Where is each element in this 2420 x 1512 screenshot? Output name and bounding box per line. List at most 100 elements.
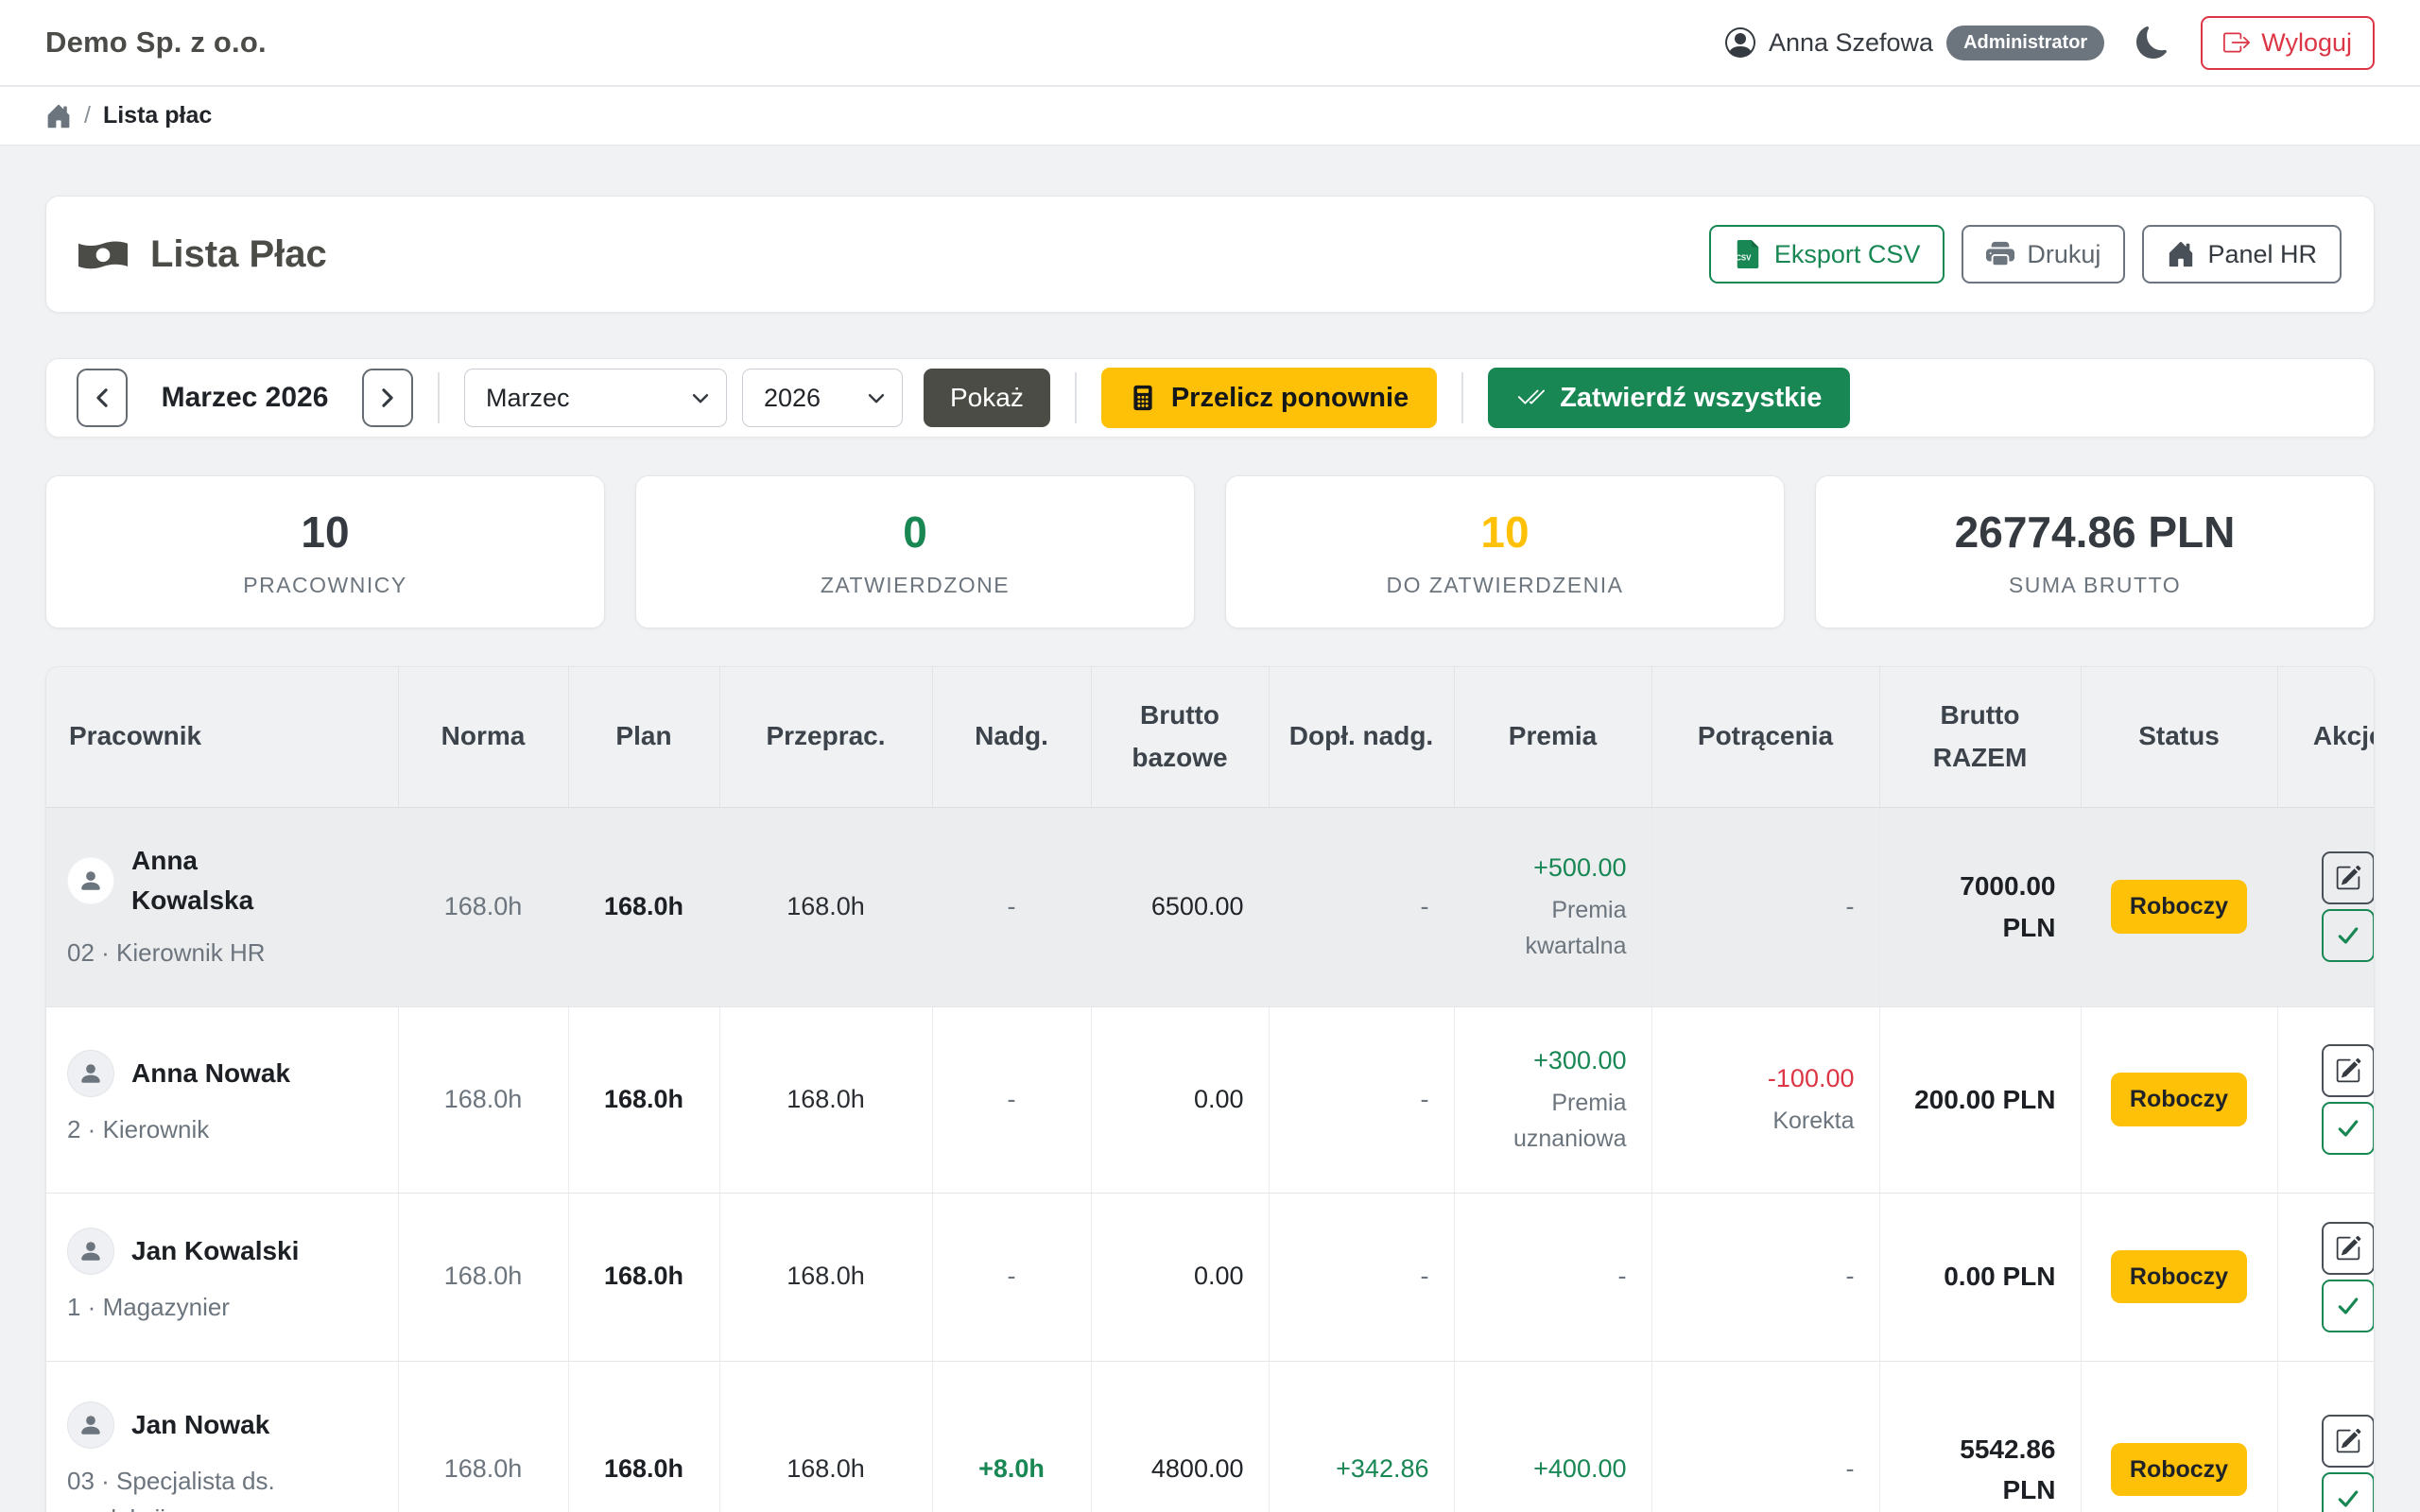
pencil-square-icon — [2335, 1428, 2361, 1454]
stat-value: 26774.86 PLN — [1955, 507, 2236, 558]
employee-meta: 02 · Kierownik HR — [67, 934, 377, 971]
page-content: Lista Płac CSV Eksport CSV Drukuj Panel … — [0, 196, 2420, 1512]
przepracowane-cell: 168.0h — [719, 1193, 932, 1361]
stat-value: 10 — [301, 507, 349, 558]
export-csv-button[interactable]: CSV Eksport CSV — [1709, 225, 1945, 284]
cash-icon — [78, 230, 128, 279]
actions-cell — [2277, 1193, 2375, 1361]
edit-row-button[interactable] — [2322, 1415, 2375, 1468]
month-select[interactable]: Marzec — [464, 369, 727, 427]
next-month-button[interactable] — [362, 369, 413, 427]
plan-cell: 168.0h — [568, 807, 719, 1006]
payroll-table: Pracownik Norma Plan Przeprac. Nadg. Bru… — [46, 667, 2375, 1512]
chevron-right-icon — [377, 387, 398, 408]
approve-row-button[interactable] — [2322, 1280, 2375, 1332]
norma-cell: 168.0h — [398, 1006, 568, 1193]
toolbar-divider — [438, 372, 440, 423]
brutto-razem-cell: 200.00 PLN — [1879, 1006, 2081, 1193]
avatar — [67, 1228, 114, 1275]
approve-all-button[interactable]: Zatwierdź wszystkie — [1488, 368, 1850, 428]
calculator-icon — [1130, 385, 1156, 411]
recalculate-label: Przelicz ponownie — [1171, 383, 1409, 414]
printer-icon — [1986, 240, 2014, 268]
edit-row-button[interactable] — [2322, 1222, 2375, 1275]
employee-meta: 2 · Kierownik — [67, 1110, 377, 1148]
chevron-left-icon — [92, 387, 112, 408]
pencil-square-icon — [2335, 865, 2361, 891]
edit-row-button[interactable] — [2322, 1044, 2375, 1097]
recalculate-button[interactable]: Przelicz ponownie — [1101, 368, 1437, 428]
stat-card-approved: 0 ZATWIERDZONE — [635, 475, 1195, 628]
status-badge: Roboczy — [2111, 880, 2247, 934]
potracenia-note: Korekta — [1673, 1103, 1855, 1140]
stats-row: 10 PRACOWNICY 0 ZATWIERDZONE 10 DO ZATWI… — [45, 475, 2375, 628]
przepracowane-cell: 168.0h — [719, 1361, 932, 1512]
breadcrumb-current: Lista płac — [103, 102, 212, 129]
employee-cell: Jan Nowak 03 · Specjalista ds. produkcji — [46, 1361, 398, 1512]
actions-cell — [2277, 1006, 2375, 1193]
actions-cell — [2277, 807, 2375, 1006]
check-icon — [2335, 922, 2361, 949]
year-select[interactable]: 2026 — [742, 369, 903, 427]
previous-month-button[interactable] — [77, 369, 128, 427]
brutto-razem-cell: 7000.00 PLN — [1879, 807, 2081, 1006]
stat-label: PRACOWNICY — [243, 573, 406, 598]
pencil-square-icon — [2335, 1057, 2361, 1084]
show-button[interactable]: Pokaż — [924, 369, 1050, 427]
print-button[interactable]: Drukuj — [1962, 225, 2125, 284]
current-period-label: Marzec 2026 — [143, 382, 347, 414]
brutto-bazowe-cell: 0.00 — [1091, 1006, 1269, 1193]
person-circle-icon — [1725, 27, 1755, 58]
logout-button[interactable]: Wyloguj — [2201, 16, 2375, 70]
panel-hr-label: Panel HR — [2207, 240, 2317, 269]
premia-cell: +400.00 — [1454, 1361, 1651, 1512]
premia-note: Premia uznaniowa — [1476, 1085, 1627, 1159]
brutto-bazowe-cell: 6500.00 — [1091, 807, 1269, 1006]
check-icon — [2335, 1486, 2361, 1512]
approve-row-button[interactable] — [2322, 1472, 2375, 1512]
column-header-pracownik: Pracownik — [46, 667, 398, 807]
payroll-table-card: Pracownik Norma Plan Przeprac. Nadg. Bru… — [45, 666, 2375, 1512]
title-actions: CSV Eksport CSV Drukuj Panel HR — [1709, 225, 2342, 284]
approve-row-button[interactable] — [2322, 909, 2375, 962]
breadcrumb-home-link[interactable] — [45, 103, 72, 129]
status-cell: Roboczy — [2081, 1361, 2277, 1512]
employee-cell: Anna Kowalska 02 · Kierownik HR — [46, 807, 398, 1006]
approve-row-button[interactable] — [2322, 1102, 2375, 1155]
employee-cell: Anna Nowak 2 · Kierownik — [46, 1006, 398, 1193]
nadgodziny-cell: - — [932, 807, 1091, 1006]
column-header-norma: Norma — [398, 667, 568, 807]
employee-name: Jan Nowak — [131, 1405, 269, 1445]
edit-row-button[interactable] — [2322, 851, 2375, 904]
stat-label: ZATWIERDZONE — [821, 573, 1010, 598]
panel-hr-button[interactable]: Panel HR — [2142, 225, 2342, 284]
status-cell: Roboczy — [2081, 1193, 2277, 1361]
potracenia-cell: -100.00 Korekta — [1651, 1006, 1879, 1193]
csv-file-icon: CSV — [1734, 240, 1762, 268]
table-row: Anna Nowak 2 · Kierownik 168.0h 168.0h 1… — [46, 1006, 2375, 1193]
dark-mode-toggle[interactable] — [2136, 26, 2169, 59]
plan-cell: 168.0h — [568, 1361, 719, 1512]
stat-card-pending: 10 DO ZATWIERDZENIA — [1225, 475, 1785, 628]
norma-cell: 168.0h — [398, 1193, 568, 1361]
column-header-status: Status — [2081, 667, 2277, 807]
nadgodziny-cell: - — [932, 1193, 1091, 1361]
table-row: Anna Kowalska 02 · Kierownik HR 168.0h 1… — [46, 807, 2375, 1006]
brutto-bazowe-cell: 0.00 — [1091, 1193, 1269, 1361]
table-header-row: Pracownik Norma Plan Przeprac. Nadg. Bru… — [46, 667, 2375, 807]
employee-meta: 03 · Specjalista ds. produkcji — [67, 1462, 377, 1512]
employee-name: Anna Nowak — [131, 1054, 290, 1093]
doplata-nadg-cell: +342.86 — [1269, 1361, 1454, 1512]
check-icon — [2335, 1115, 2361, 1142]
print-label: Drukuj — [2027, 240, 2100, 269]
actions-cell — [2277, 1361, 2375, 1512]
avatar — [67, 1050, 114, 1097]
employee-cell: Jan Kowalski 1 · Magazynier — [46, 1193, 398, 1361]
table-row: Jan Nowak 03 · Specjalista ds. produkcji… — [46, 1361, 2375, 1512]
stat-value: 10 — [1480, 507, 1529, 558]
export-csv-label: Eksport CSV — [1774, 240, 1921, 269]
breadcrumb-separator: / — [84, 102, 91, 129]
chevron-down-icon — [690, 387, 711, 408]
przepracowane-cell: 168.0h — [719, 807, 932, 1006]
column-header-premia: Premia — [1454, 667, 1651, 807]
